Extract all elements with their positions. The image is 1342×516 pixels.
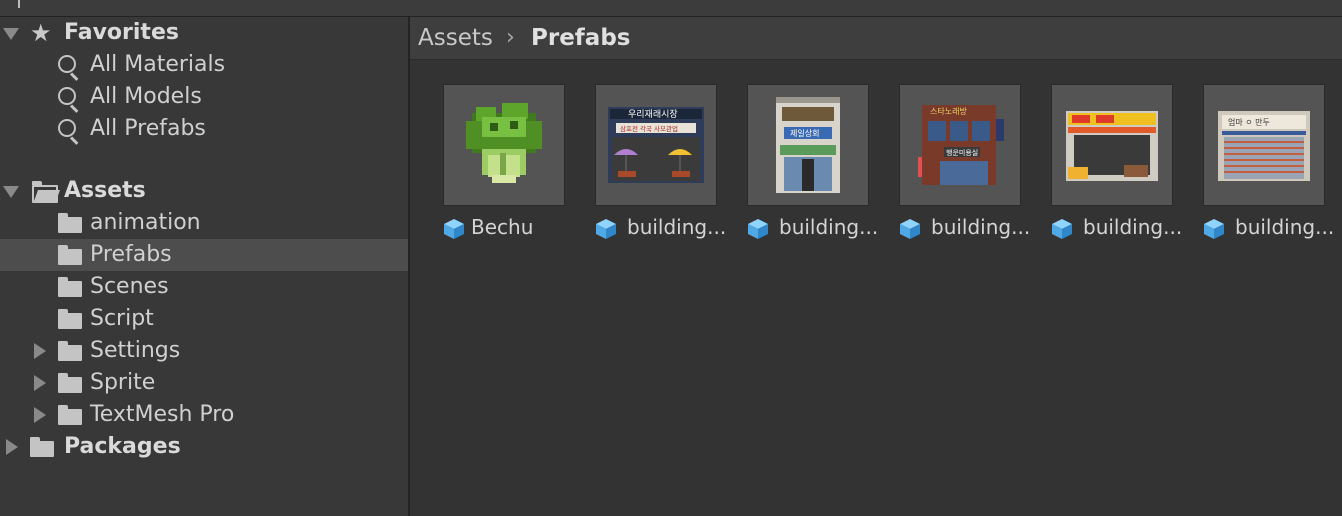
asset-name: building... xyxy=(627,215,727,239)
tree-item-label: All Prefabs xyxy=(90,116,206,141)
snack-shop-building-sprite xyxy=(1066,111,1158,181)
market-building-sprite: 우리재래시장 삼포전 각국 사모관업 xyxy=(608,107,704,183)
tree-item-label: Script xyxy=(90,306,154,331)
asset-name: building... xyxy=(1235,215,1335,239)
breadcrumb-prefabs[interactable]: Prefabs xyxy=(531,24,630,52)
expand-arrow-right-icon[interactable] xyxy=(34,407,46,423)
asset-thumbnail[interactable]: 엄마 ㅇ 만두 xyxy=(1203,84,1325,206)
tree-item-animation[interactable]: animation xyxy=(0,207,408,239)
tree-item-label: animation xyxy=(90,210,201,235)
prefab-cube-icon xyxy=(900,219,920,239)
tree-item-label: All Models xyxy=(90,84,202,109)
tree-item-label: TextMesh Pro xyxy=(90,402,235,427)
folder-icon xyxy=(30,437,54,457)
cabbage-sprite xyxy=(466,103,542,183)
prefab-cube-icon xyxy=(1204,219,1224,239)
asset-name: building... xyxy=(779,215,879,239)
tree-item-label: Sprite xyxy=(90,370,156,395)
prefab-cube-icon xyxy=(596,219,616,239)
tree-item-settings[interactable]: Settings xyxy=(0,335,408,367)
asset-name: building... xyxy=(931,215,1031,239)
folder-open-icon xyxy=(32,181,58,203)
tree-item-label: Settings xyxy=(90,338,181,363)
asset-tile-bechu[interactable]: Bechu xyxy=(443,84,565,249)
tree-item-textmesh-pro[interactable]: TextMesh Pro xyxy=(0,399,408,431)
prefab-cube-icon xyxy=(1052,219,1072,239)
asset-grid: Bechu 우리재래시장 삼포전 각국 사모관업 building... 제일상… xyxy=(410,60,1342,516)
assets-label: Assets xyxy=(64,178,146,203)
expand-arrow-down-icon[interactable] xyxy=(3,186,19,198)
folder-icon xyxy=(58,405,82,425)
expand-arrow-down-icon[interactable] xyxy=(3,28,19,40)
folder-icon xyxy=(58,277,82,297)
toolbar-tick xyxy=(18,0,20,8)
tree-favorites-row[interactable]: ★ Favorites xyxy=(0,17,408,49)
search-icon xyxy=(58,55,76,73)
market-sign-text: 우리재래시장 xyxy=(628,109,678,120)
packages-label: Packages xyxy=(64,434,181,459)
tree-item-all-prefabs[interactable]: All Prefabs xyxy=(0,113,408,145)
folder-icon xyxy=(58,373,82,393)
tree-packages-row[interactable]: Packages xyxy=(0,431,408,463)
prefab-cube-icon xyxy=(444,219,464,239)
prefab-cube-icon xyxy=(748,219,768,239)
asset-name: Bechu xyxy=(471,215,534,239)
asset-tile-building[interactable]: 우리재래시장 삼포전 각국 사모관업 building... xyxy=(595,84,726,249)
chevron-right-icon: › xyxy=(506,25,515,50)
tree-item-label: All Materials xyxy=(90,52,226,77)
market-subsign-text: 삼포전 각국 사모관업 xyxy=(620,124,678,133)
search-icon xyxy=(58,87,76,105)
asset-thumbnail[interactable] xyxy=(443,84,565,206)
breadcrumb-assets[interactable]: Assets xyxy=(418,24,493,52)
favorites-label: Favorites xyxy=(64,20,179,45)
expand-arrow-right-icon[interactable] xyxy=(34,375,46,391)
project-tree-panel: ★ Favorites All Materials All Models All… xyxy=(0,17,408,516)
shop-sign-text: 제일상회 xyxy=(790,128,819,138)
tree-item-script[interactable]: Script xyxy=(0,303,408,335)
shop-building-sprite: 제일상회 xyxy=(776,97,840,193)
tree-item-all-models[interactable]: All Models xyxy=(0,81,408,113)
asset-name: building... xyxy=(1083,215,1183,239)
tree-item-prefabs[interactable]: Prefabs xyxy=(0,239,408,271)
star-icon: ★ xyxy=(30,19,52,47)
dumpling-shop-building-sprite: 엄마 ㅇ 만두 xyxy=(1218,111,1310,181)
folder-icon xyxy=(58,245,82,265)
tree-item-sprite[interactable]: Sprite xyxy=(0,367,408,399)
karaoke-building-sprite: 스타노래방 행운미용실 xyxy=(918,105,1004,185)
asset-thumbnail[interactable]: 제일상회 xyxy=(747,84,869,206)
tree-item-label: Prefabs xyxy=(90,242,172,267)
dumpling-sign-text: 엄마 ㅇ 만두 xyxy=(1228,117,1270,127)
expand-arrow-right-icon[interactable] xyxy=(34,343,46,359)
tree-assets-row[interactable]: Assets xyxy=(0,175,408,207)
karaoke-sign-text: 스타노래방 xyxy=(930,106,967,116)
asset-thumbnail[interactable]: 스타노래방 행운미용실 xyxy=(899,84,1021,206)
asset-tile-building[interactable]: building... xyxy=(1051,84,1182,249)
asset-thumbnail[interactable] xyxy=(1051,84,1173,206)
search-icon xyxy=(58,119,76,137)
asset-tile-building[interactable]: 스타노래방 행운미용실 building... xyxy=(899,84,1030,249)
breadcrumb: Assets › Prefabs xyxy=(410,17,1342,60)
tree-item-scenes[interactable]: Scenes xyxy=(0,271,408,303)
top-toolbar-strip xyxy=(0,0,1342,17)
folder-icon xyxy=(58,309,82,329)
salon-sign-text: 행운미용실 xyxy=(946,148,978,157)
asset-tile-building[interactable]: 엄마 ㅇ 만두 building... xyxy=(1203,84,1334,249)
folder-icon xyxy=(58,213,82,233)
tree-item-all-materials[interactable]: All Materials xyxy=(0,49,408,81)
folder-icon xyxy=(58,341,82,361)
tree-item-label: Scenes xyxy=(90,274,169,299)
asset-tile-building[interactable]: 제일상회 building... xyxy=(747,84,878,249)
asset-thumbnail[interactable]: 우리재래시장 삼포전 각국 사모관업 xyxy=(595,84,717,206)
expand-arrow-right-icon[interactable] xyxy=(6,439,18,455)
